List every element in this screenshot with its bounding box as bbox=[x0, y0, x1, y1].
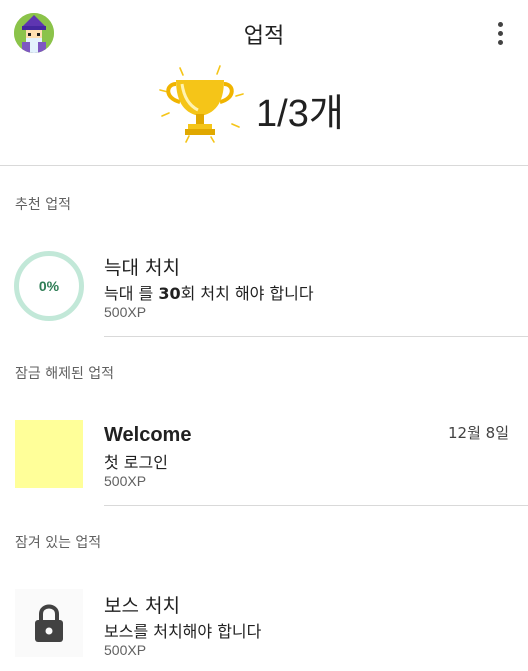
achievement-xp: 500XP bbox=[104, 473, 147, 489]
achievement-description: 보스를 처치해야 합니다 bbox=[104, 622, 262, 641]
achievement-count: 1/3개 bbox=[256, 93, 344, 135]
achievement-description: 늑대 를 30회 처치 해야 합니다 bbox=[104, 284, 314, 303]
page-title: 업적 bbox=[243, 24, 285, 49]
achievement-xp: 500XP bbox=[104, 304, 147, 320]
achievement-date: 12월 8일 bbox=[448, 424, 509, 442]
row-divider bbox=[104, 336, 528, 337]
achievements-header: 업적 1/3개 bbox=[0, 0, 528, 166]
achievement-description: 첫 로그인 bbox=[104, 453, 168, 472]
achievement-row-welcome[interactable]: Welcome 12월 8일 첫 로그인 500XP bbox=[0, 386, 528, 506]
trophy-icon bbox=[159, 65, 244, 143]
achievement-row-wolf[interactable]: 0% 늑대 처치 늑대 를 30회 처치 해야 합니다 500XP bbox=[0, 217, 528, 337]
section-recommended-label: 추천 업적 bbox=[15, 197, 71, 213]
achievement-thumbnail bbox=[15, 420, 83, 488]
achievement-name: Welcome bbox=[104, 424, 192, 446]
achievement-xp: 500XP bbox=[104, 642, 147, 658]
achievement-name: 보스 처치 bbox=[104, 595, 180, 617]
progress-ring: 0% bbox=[14, 251, 84, 321]
lock-icon bbox=[35, 604, 63, 642]
achievement-name: 늑대 처치 bbox=[104, 257, 180, 279]
progress-percent: 0% bbox=[38, 278, 60, 294]
achievement-thumbnail bbox=[15, 589, 83, 657]
more-options-button[interactable] bbox=[484, 18, 516, 48]
section-locked-label: 잠겨 있는 업적 bbox=[15, 535, 102, 551]
achievement-row-boss[interactable]: 보스 처치 보스를 처치해야 합니다 500XP bbox=[0, 555, 528, 671]
section-unlocked-label: 잠금 해제된 업적 bbox=[15, 366, 115, 382]
row-divider bbox=[104, 505, 528, 506]
more-vert-icon bbox=[497, 21, 503, 27]
